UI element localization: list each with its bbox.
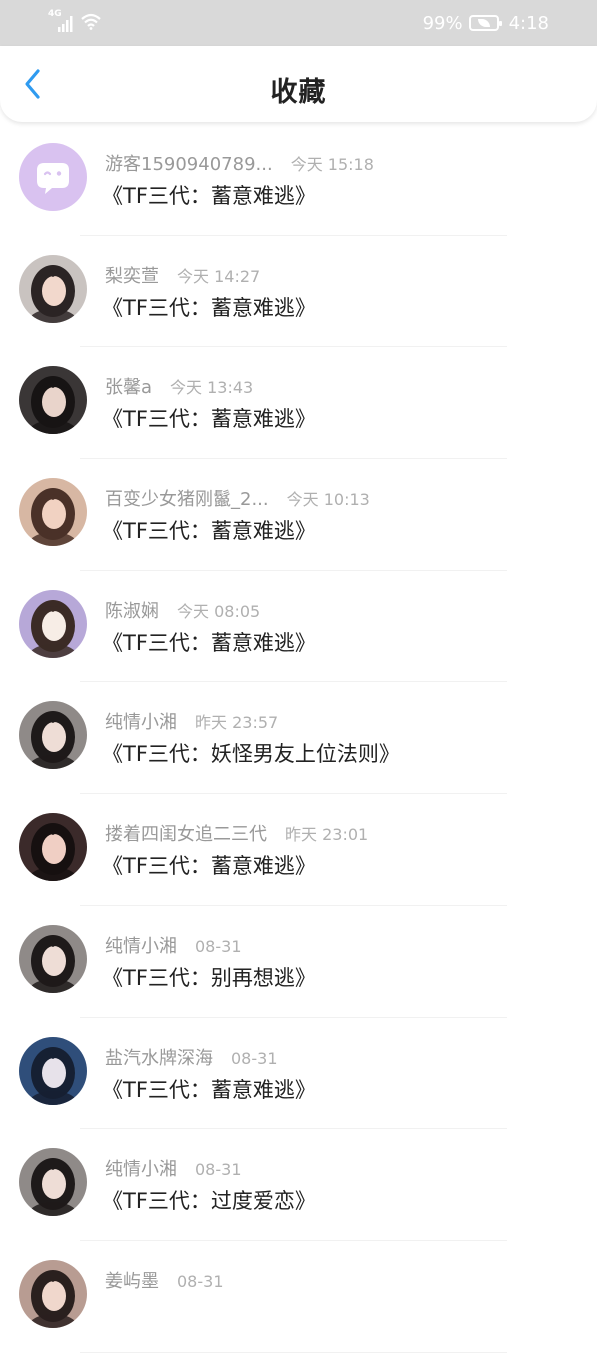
timestamp: 08-31 bbox=[231, 1048, 278, 1068]
avatar[interactable] bbox=[19, 589, 87, 658]
timestamp: 今天 08:05 bbox=[177, 601, 261, 621]
user-name[interactable]: 纯情小湘 bbox=[105, 708, 177, 734]
timestamp: 昨天 23:57 bbox=[195, 713, 279, 733]
user-name[interactable]: 陈淑娴 bbox=[105, 597, 159, 623]
timestamp: 今天 13:43 bbox=[170, 378, 254, 398]
list-item[interactable]: 百变少女猪刚鬣_2... 今天 10:13 《TF三代：蓄意难逃》 bbox=[0, 459, 597, 571]
avatar[interactable] bbox=[19, 366, 87, 435]
book-title[interactable]: 《TF三代：蓄意难逃》 bbox=[102, 1074, 316, 1104]
avatar[interactable] bbox=[19, 701, 87, 770]
list-item[interactable]: 游客1590940789... 今天 15:18 《TF三代：蓄意难逃》 bbox=[0, 124, 597, 236]
timestamp: 08-31 bbox=[195, 936, 242, 956]
avatar[interactable] bbox=[19, 813, 87, 882]
timestamp: 08-31 bbox=[177, 1271, 224, 1291]
book-title[interactable]: 《TF三代：蓄意难逃》 bbox=[102, 627, 316, 657]
timestamp: 今天 15:18 bbox=[290, 155, 374, 174]
item-meta: 游客1590940789... 今天 15:18 bbox=[105, 150, 374, 176]
battery-percent: 99% bbox=[422, 12, 463, 34]
user-name[interactable]: 纯情小湘 bbox=[105, 1155, 177, 1181]
list-item[interactable]: 陈淑娴 今天 08:05 《TF三代：蓄意难逃》 bbox=[0, 571, 597, 683]
status-right: 99% 4:18 bbox=[423, 10, 549, 36]
divider bbox=[80, 1351, 507, 1353]
user-name[interactable]: 梨奕萱 bbox=[105, 262, 159, 288]
network-icon: 4G bbox=[48, 9, 74, 33]
book-title[interactable]: 《TF三代：妖怪男友上位法则》 bbox=[102, 738, 400, 768]
item-meta: 搂着四闺女追二三代 昨天 23:01 bbox=[105, 820, 368, 846]
item-meta: 百变少女猪刚鬣_2... 今天 10:13 bbox=[105, 485, 370, 511]
timestamp: 今天 14:27 bbox=[177, 266, 261, 286]
list-item[interactable]: 张馨a 今天 13:43 《TF三代：蓄意难逃》 bbox=[0, 347, 597, 460]
wifi-icon bbox=[80, 12, 102, 34]
nav-bar: 收藏 bbox=[0, 46, 597, 122]
avatar[interactable] bbox=[19, 1036, 87, 1105]
timestamp: 08-31 bbox=[195, 1160, 242, 1180]
user-name[interactable]: 游客1590940789... bbox=[105, 150, 273, 176]
battery-icon bbox=[468, 15, 502, 31]
user-name[interactable]: 百变少女猪刚鬣_2... bbox=[105, 485, 269, 511]
avatar[interactable] bbox=[19, 924, 87, 993]
book-title[interactable]: 《TF三代：蓄意难逃》 bbox=[102, 403, 316, 433]
item-meta: 张馨a 今天 13:43 bbox=[105, 373, 253, 399]
list-item[interactable]: 纯情小湘 08-31 《TF三代：过度爱恋》 bbox=[0, 1129, 597, 1241]
book-title[interactable]: 《TF三代：蓄意难逃》 bbox=[102, 292, 316, 322]
list-item[interactable]: 搂着四闺女追二三代 昨天 23:01 《TF三代：蓄意难逃》 bbox=[0, 794, 597, 906]
book-title[interactable]: 《TF三代：蓄意难逃》 bbox=[102, 180, 316, 210]
avatar[interactable] bbox=[19, 143, 87, 211]
avatar[interactable] bbox=[19, 478, 87, 547]
timestamp: 今天 10:13 bbox=[286, 490, 370, 510]
item-meta: 梨奕萱 今天 14:27 bbox=[105, 262, 260, 288]
status-bar: 4G 99% 4:18 bbox=[0, 0, 597, 46]
user-name[interactable]: 搂着四闺女追二三代 bbox=[105, 820, 267, 846]
list-item[interactable]: 梨奕萱 今天 14:27 《TF三代：蓄意难逃》 bbox=[0, 236, 597, 348]
user-name[interactable]: 张馨a bbox=[105, 373, 152, 399]
item-meta: 陈淑娴 今天 08:05 bbox=[105, 597, 260, 623]
book-title[interactable]: 《TF三代：蓄意难逃》 bbox=[102, 850, 316, 880]
book-title[interactable]: 《TF三代：过度爱恋》 bbox=[102, 1185, 316, 1215]
user-name[interactable]: 纯情小湘 bbox=[105, 932, 177, 958]
user-name[interactable]: 盐汽水牌深海 bbox=[105, 1044, 213, 1070]
item-meta: 盐汽水牌深海 08-31 bbox=[105, 1044, 278, 1070]
book-title[interactable]: 《TF三代：别再想逃》 bbox=[102, 962, 316, 992]
list-item[interactable]: 盐汽水牌深海 08-31 《TF三代：蓄意难逃》 bbox=[0, 1018, 597, 1130]
item-meta: 纯情小湘 昨天 23:57 bbox=[105, 708, 278, 734]
item-meta: 纯情小湘 08-31 bbox=[105, 1155, 242, 1181]
timestamp: 昨天 23:01 bbox=[285, 825, 369, 845]
favorites-list: 游客1590940789... 今天 15:18 《TF三代：蓄意难逃》 梨奕萱 今天 … bbox=[0, 124, 597, 1353]
item-meta: 纯情小湘 08-31 bbox=[105, 932, 242, 958]
status-time: 4:18 bbox=[508, 12, 549, 34]
list-item[interactable]: 纯情小湘 08-31 《TF三代：别再想逃》 bbox=[0, 906, 597, 1018]
page-title: 收藏 bbox=[270, 77, 327, 108]
avatar[interactable] bbox=[19, 254, 87, 323]
avatar[interactable] bbox=[19, 1259, 87, 1328]
status-left: 4G bbox=[48, 9, 102, 34]
avatar[interactable] bbox=[19, 1148, 87, 1217]
list-item[interactable]: 纯情小湘 昨天 23:57 《TF三代：妖怪男友上位法则》 bbox=[0, 682, 597, 795]
book-title[interactable]: 《TF三代：蓄意难逃》 bbox=[102, 515, 316, 545]
list-item[interactable]: 姜屿墨 08-31 bbox=[0, 1241, 597, 1353]
